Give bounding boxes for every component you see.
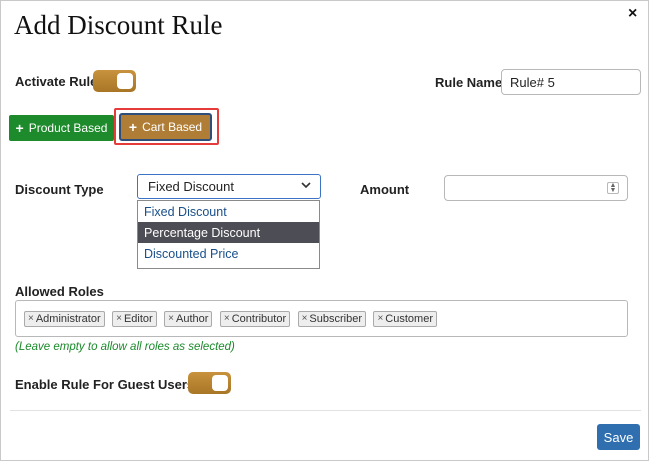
amount-input[interactable]: ▲ ▼: [444, 175, 628, 201]
remove-tag-icon[interactable]: ×: [116, 313, 122, 324]
amount-label: Amount: [360, 182, 410, 197]
dropdown-option-fixed[interactable]: Fixed Discount: [138, 201, 319, 222]
toggle-knob: [117, 73, 133, 89]
remove-tag-icon[interactable]: ×: [224, 313, 230, 324]
chevron-down-icon: [300, 179, 312, 194]
footer-divider: [10, 410, 641, 411]
rule-name-input[interactable]: Rule# 5: [501, 69, 641, 95]
role-tag-label: Contributor: [231, 312, 287, 325]
role-tag: × Customer: [373, 310, 437, 327]
role-tag-label: Customer: [385, 312, 433, 325]
role-tag: × Subscriber: [297, 310, 366, 327]
close-icon[interactable]: ×: [628, 5, 637, 23]
role-tag-label: Administrator: [35, 312, 101, 325]
save-button[interactable]: Save: [597, 424, 640, 450]
discount-type-label: Discount Type: [15, 182, 104, 197]
plus-icon: +: [128, 119, 138, 135]
allowed-roles-label: Allowed Roles: [15, 284, 104, 299]
product-based-label: Product Based: [28, 121, 108, 135]
remove-tag-icon[interactable]: ×: [168, 313, 174, 324]
discount-type-value: Fixed Discount: [148, 179, 234, 194]
guest-users-toggle[interactable]: [188, 372, 231, 394]
activate-rule-toggle[interactable]: [93, 70, 136, 92]
discount-type-dropdown: Fixed Discount Percentage Discount Disco…: [137, 200, 320, 269]
activate-rule-label: Activate Rule: [15, 74, 98, 89]
allowed-roles-input[interactable]: × Administrator × Editor × Author × Contribu…: [15, 300, 628, 337]
dropdown-option-discounted-price[interactable]: Discounted Price: [138, 243, 319, 264]
number-spinner-icon[interactable]: ▲ ▼: [607, 182, 619, 194]
guest-users-label: Enable Rule For Guest Users?: [15, 377, 203, 392]
plus-icon: +: [15, 120, 24, 136]
discount-rule-dialog: Add Discount Rule × Activate Rule Rule N…: [0, 0, 649, 461]
product-based-button[interactable]: + Product Based: [9, 115, 114, 141]
role-tag-label: Author: [175, 312, 209, 325]
dropdown-option-percentage[interactable]: Percentage Discount: [138, 222, 319, 243]
allowed-roles-hint: (Leave empty to allow all roles as selec…: [15, 341, 235, 353]
cart-based-button[interactable]: + Cart Based: [119, 113, 212, 141]
role-tag: × Contributor: [219, 310, 291, 327]
role-tag: × Author: [164, 310, 213, 327]
remove-tag-icon[interactable]: ×: [28, 313, 34, 324]
cart-based-label: Cart Based: [142, 120, 203, 134]
role-tag: × Administrator: [24, 310, 105, 327]
role-tag-label: Editor: [123, 312, 153, 325]
toggle-knob: [212, 375, 228, 391]
remove-tag-icon[interactable]: ×: [302, 313, 308, 324]
dialog-title: Add Discount Rule: [14, 10, 223, 40]
discount-type-select[interactable]: Fixed Discount: [137, 174, 321, 199]
role-tag: × Editor: [112, 310, 157, 327]
rule-name-label: Rule Name: [435, 75, 503, 90]
role-tag-label: Subscriber: [309, 312, 362, 325]
remove-tag-icon[interactable]: ×: [377, 313, 383, 324]
